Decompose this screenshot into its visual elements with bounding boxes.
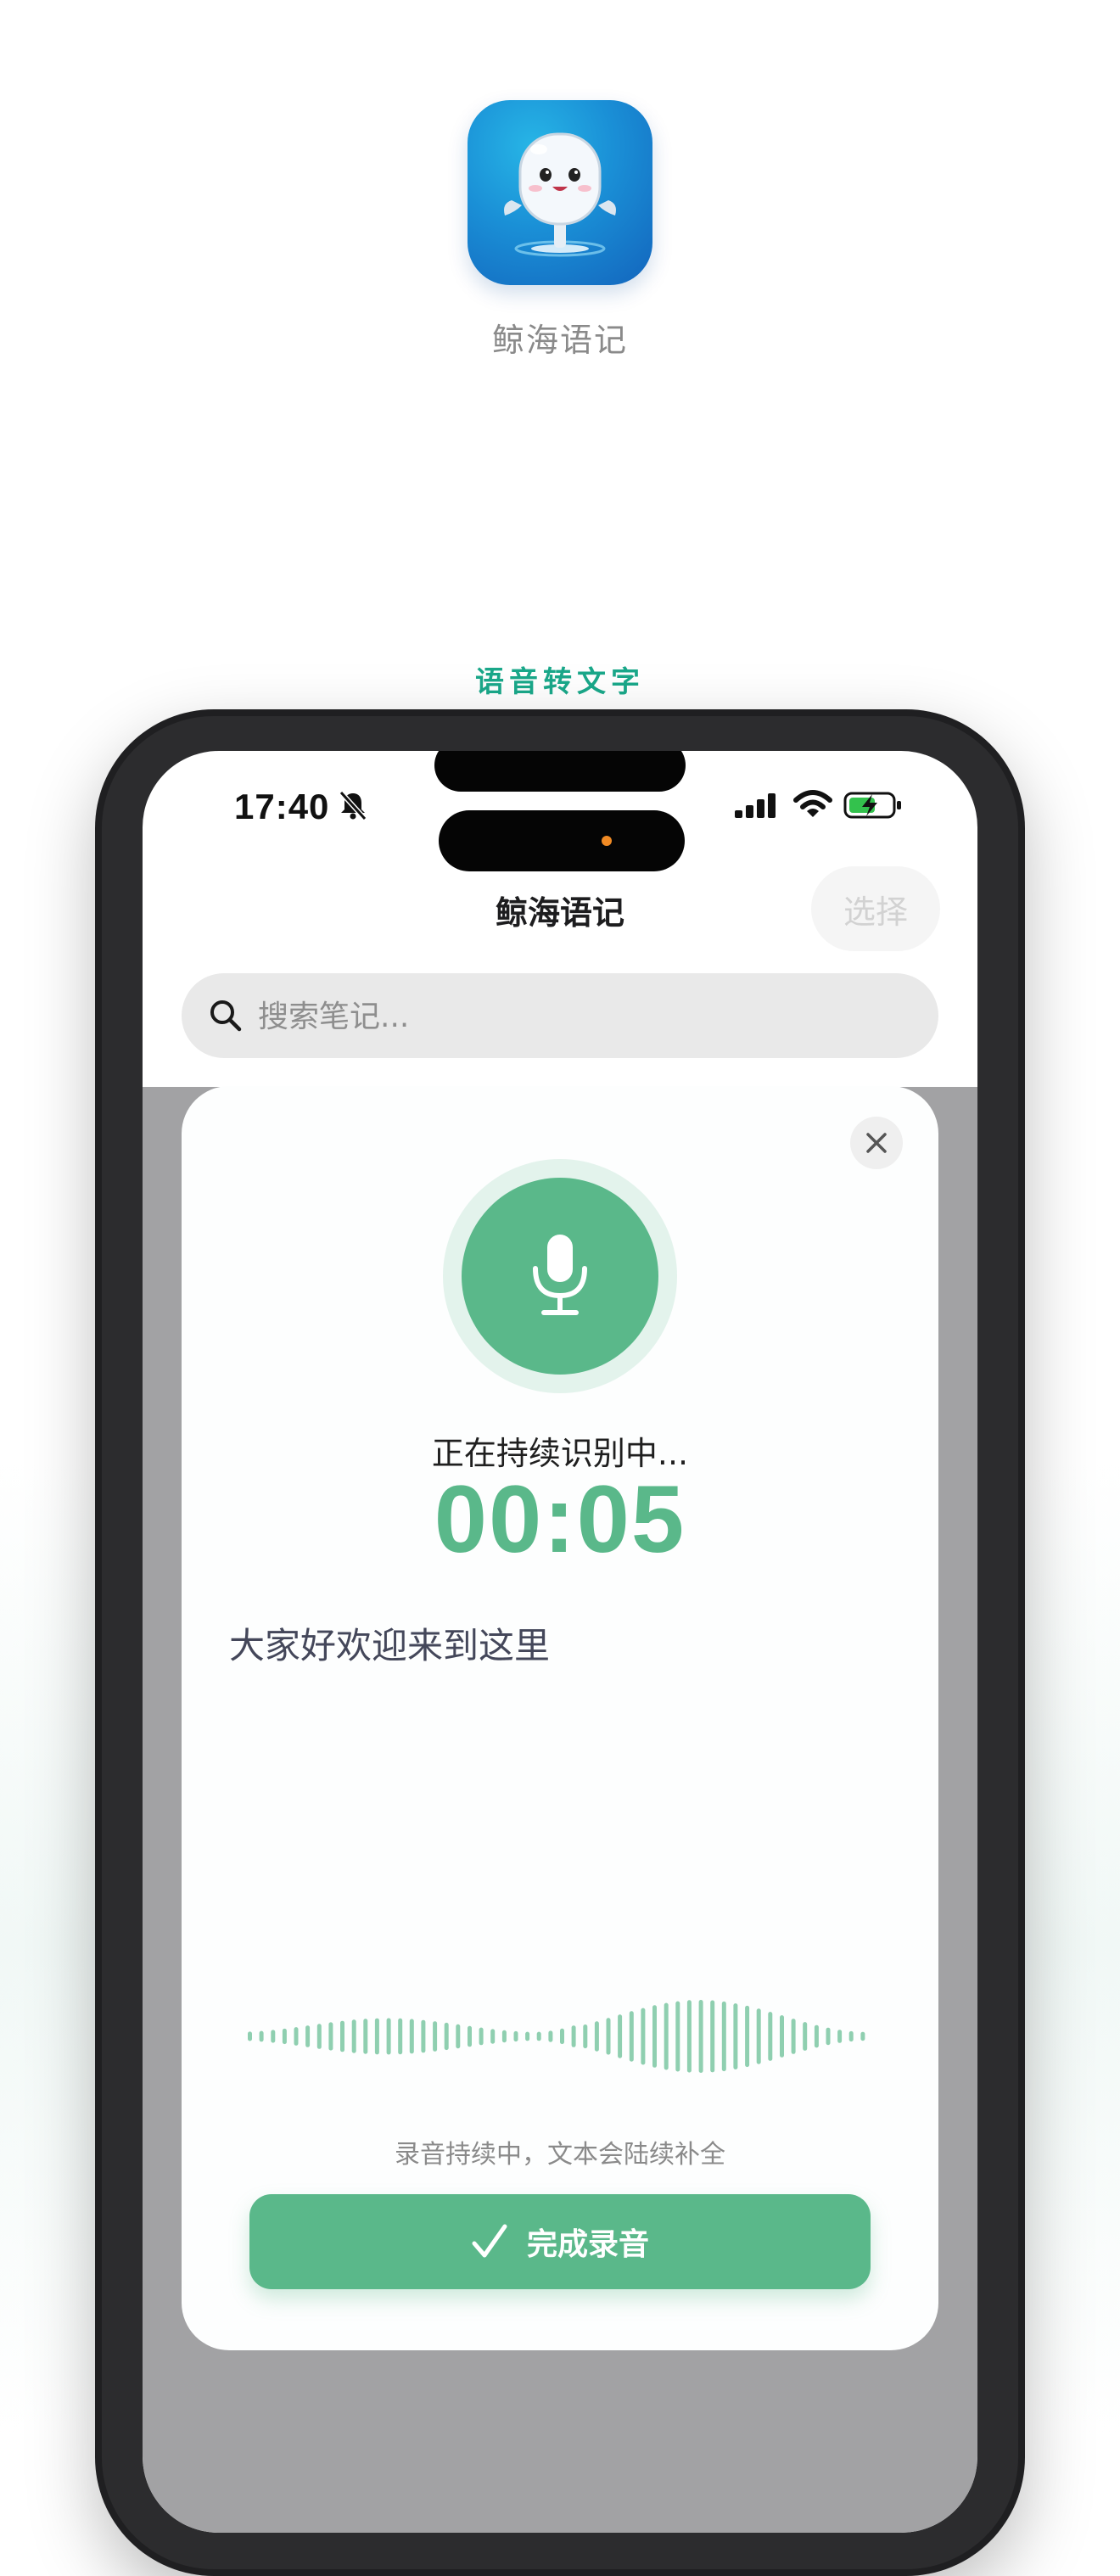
waveform-bar [479,2027,484,2046]
waveform-bar [536,2031,541,2041]
waveform-bar [721,2001,726,2072]
waveform-bar [468,2025,472,2047]
checkmark-icon [472,2224,507,2258]
waveform-bar [652,2005,657,2068]
close-icon [866,1133,887,1153]
waveform-bar [386,2018,391,2055]
search-input[interactable] [256,973,904,1060]
waveform-bar [398,2018,403,2055]
waveform-bar [733,2003,738,2069]
audio-waveform [248,2000,865,2073]
waveform-bar [409,2019,414,2054]
waveform-bar [756,2008,761,2064]
waveform-bar [618,2014,623,2058]
select-button[interactable]: 选择 [811,866,940,951]
status-time: 17:40 [234,787,330,826]
waveform-bar [791,2019,796,2054]
recording-sheet: 正在持续识别中... 00:05 大家好欢迎来到这里 录音持续中，文本会陆续补全… [182,1086,938,2350]
battery-charging-icon [843,792,901,819]
bell-muted-icon [339,790,367,821]
cellular-signal-icon [735,793,776,818]
whale-mascot-icon [504,132,616,257]
waveform-bar [259,2030,264,2042]
waveform-bar [826,2027,831,2046]
transcript-text: 大家好欢迎来到这里 [229,1625,551,1666]
waveform-bar [305,2025,311,2047]
microphone-icon [533,1235,587,1315]
waveform-bar [664,2002,669,2070]
waveform-bar [433,2021,438,2052]
section-label: 语音转文字 [475,665,645,699]
waveform-bar [560,2028,564,2045]
phone-screen: 17:40 鲸海语记 选择 搜索笔记... 正在持续识别中... 00:05 大… [143,751,977,2533]
app-name: 鲸海语记 [491,322,628,359]
waveform-bar [351,2019,356,2053]
privacy-indicator-dot [602,836,612,846]
waveform-bar [490,2029,496,2044]
waveform-bar [606,2018,611,2055]
waveform-bar [294,2027,299,2046]
waveform-bar [860,2031,865,2041]
waveform-bar [363,2019,368,2054]
waveform-bar [837,2030,843,2043]
waveform-bar [803,2022,808,2051]
waveform-bar [328,2022,333,2051]
waveform-bar [316,2024,322,2049]
mic-button[interactable] [462,1178,658,1375]
waveform-bar [525,2031,530,2041]
waveform-bar [340,2020,344,2052]
waveform-bar [848,2030,854,2042]
waveform-bar [583,2024,588,2049]
waveform-bar [571,2025,576,2047]
waveform-bar [248,2031,252,2041]
waveform-bar [374,2018,379,2055]
finish-recording-label: 完成录音 [526,2227,649,2262]
waveform-bar [271,2030,276,2043]
waveform-bar [698,2000,703,2073]
waveform-bar [513,2030,518,2042]
waveform-bar [768,2012,773,2061]
waveform-bar [421,2019,426,2053]
waveform-bar [710,2000,715,2073]
waveform-bar [548,2030,553,2042]
close-button[interactable] [850,1117,903,1169]
waveform-bar [780,2015,784,2058]
wifi-icon [793,790,832,817]
waveform-bar [641,2008,646,2065]
finish-recording-button[interactable]: 完成录音 [249,2194,871,2289]
waveform-bar [686,2000,692,2073]
waveform-bar [675,2001,680,2072]
app-logo [468,100,652,285]
recording-timer: 00:05 [434,1466,686,1572]
search-bar[interactable] [182,973,938,1060]
waveform-bar [444,2022,449,2051]
waveform-bar [456,2024,461,2049]
search-icon [210,1000,242,1032]
waveform-bar [282,2028,287,2045]
recording-hint: 录音持续中，文本会陆续补全 [395,2140,725,2170]
dynamic-island-top [434,751,686,792]
waveform-bar [594,2021,599,2052]
waveform-bar [501,2030,507,2043]
waveform-bar [814,2024,819,2048]
waveform-bar [629,2011,634,2062]
dynamic-island [439,810,685,871]
waveform-bar [745,2005,750,2068]
